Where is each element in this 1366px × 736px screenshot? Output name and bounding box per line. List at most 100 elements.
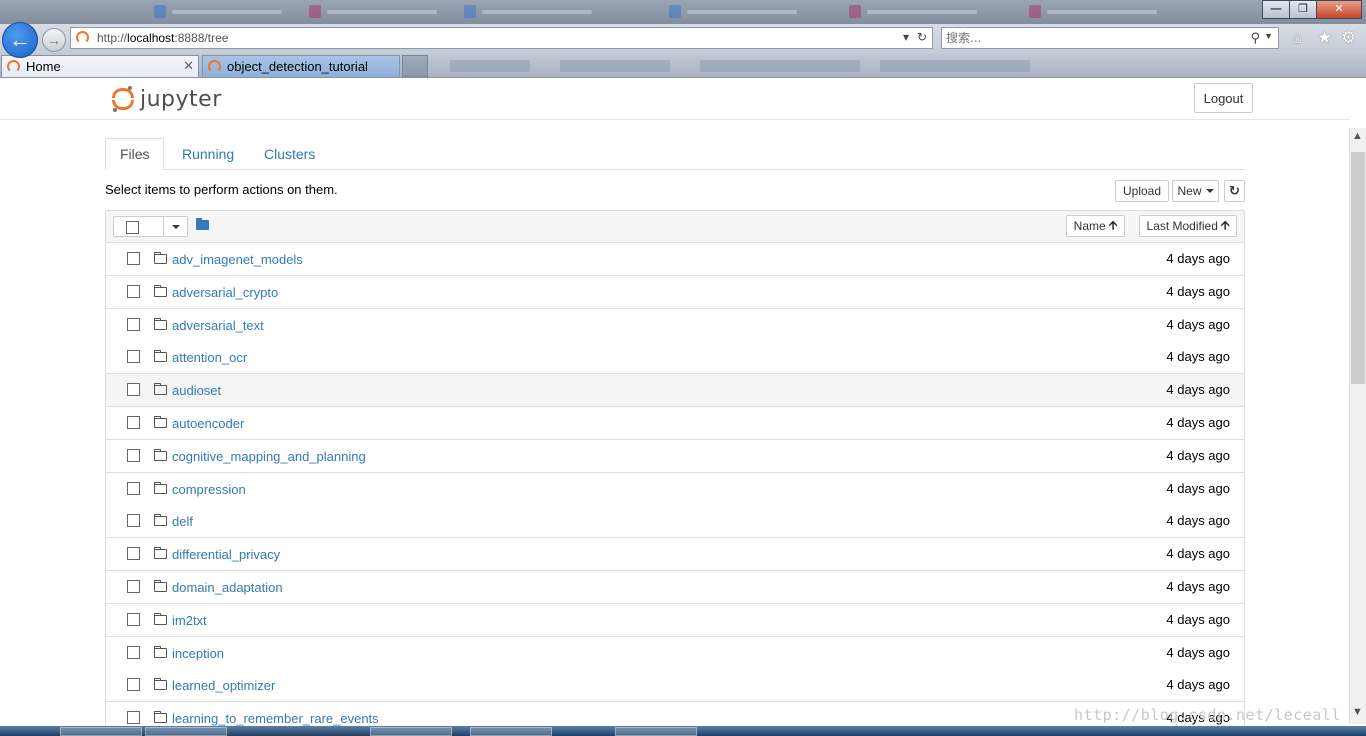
file-row[interactable]: cognitive_mapping_and_planning 4 days ago bbox=[105, 440, 1245, 473]
last-modified: 4 days ago bbox=[1166, 448, 1230, 463]
scroll-down-icon[interactable]: ▼ bbox=[1352, 706, 1363, 718]
forward-arrow-icon[interactable]: → bbox=[42, 28, 66, 52]
folder-link[interactable]: cognitive_mapping_and_planning bbox=[172, 449, 366, 464]
row-checkbox[interactable] bbox=[127, 547, 140, 560]
refresh-page-icon[interactable]: ↻ bbox=[917, 30, 927, 44]
close-tab-icon[interactable]: ✕ bbox=[183, 58, 194, 74]
folder-link[interactable]: adversarial_crypto bbox=[172, 285, 278, 300]
file-row[interactable]: autoencoder 4 days ago bbox=[105, 407, 1245, 440]
folder-link[interactable]: adv_imagenet_models bbox=[172, 252, 303, 267]
taskbar-item[interactable] bbox=[470, 727, 552, 736]
folder-link[interactable]: adversarial_text bbox=[172, 318, 264, 333]
tab-files[interactable]: Files bbox=[105, 138, 164, 170]
taskbar-item[interactable] bbox=[145, 727, 227, 736]
file-row[interactable]: compression 4 days ago bbox=[105, 473, 1245, 506]
tab-clusters[interactable]: Clusters bbox=[250, 138, 329, 170]
folder-link[interactable]: compression bbox=[172, 482, 246, 497]
restore-icon[interactable]: ❐ bbox=[1289, 0, 1317, 19]
folder-icon[interactable] bbox=[196, 218, 209, 230]
scrollbar-thumb[interactable] bbox=[1351, 152, 1365, 384]
scroll-up-icon[interactable]: ▲ bbox=[1352, 130, 1363, 142]
sort-by-name-button[interactable]: Name 🡩 bbox=[1066, 215, 1125, 237]
favorites-bar-blur bbox=[560, 60, 670, 72]
sort-by-modified-button[interactable]: Last Modified 🡩 bbox=[1139, 215, 1237, 237]
refresh-list-button[interactable]: ↻ bbox=[1224, 180, 1245, 202]
search-box[interactable]: ⚲ ▼ bbox=[941, 27, 1279, 49]
select-all-dropdown[interactable] bbox=[113, 216, 188, 237]
last-modified: 4 days ago bbox=[1166, 546, 1230, 561]
upload-button[interactable]: Upload bbox=[1115, 180, 1169, 202]
file-row[interactable]: learned_optimizer 4 days ago bbox=[105, 669, 1245, 702]
caret-down-icon bbox=[1205, 189, 1214, 193]
taskbar-item[interactable] bbox=[615, 727, 697, 736]
browser-tab-home[interactable]: Home ✕ bbox=[1, 55, 199, 77]
last-modified: 4 days ago bbox=[1166, 645, 1230, 660]
row-checkbox[interactable] bbox=[127, 383, 140, 396]
folder-link[interactable]: learned_optimizer bbox=[172, 678, 275, 693]
row-checkbox[interactable] bbox=[127, 318, 140, 331]
logout-button[interactable]: Logout bbox=[1194, 83, 1253, 113]
last-modified: 4 days ago bbox=[1166, 677, 1230, 692]
folder-link[interactable]: im2txt bbox=[172, 613, 207, 628]
folder-link[interactable]: learning_to_remember_rare_events bbox=[172, 711, 379, 726]
file-row[interactable]: adversarial_crypto 4 days ago bbox=[105, 276, 1245, 309]
watermark-text: http://blog.csdn.net/leceall bbox=[1074, 706, 1341, 724]
folder-link[interactable]: attention_ocr bbox=[172, 350, 247, 365]
last-modified: 4 days ago bbox=[1166, 481, 1230, 496]
last-modified: 4 days ago bbox=[1166, 579, 1230, 594]
select-all-checkbox[interactable] bbox=[126, 221, 139, 234]
folder-link[interactable]: delf bbox=[172, 514, 193, 529]
file-row[interactable]: domain_adaptation 4 days ago bbox=[105, 571, 1245, 604]
jupyter-favicon-icon bbox=[76, 31, 89, 44]
settings-gear-icon[interactable]: ⚙ bbox=[1341, 28, 1356, 48]
folder-link[interactable]: inception bbox=[172, 646, 224, 661]
address-dropdown-icon[interactable]: ▾ bbox=[903, 30, 909, 44]
favorites-star-icon[interactable]: ★ bbox=[1317, 28, 1332, 48]
search-dropdown-icon[interactable]: ▼ bbox=[1264, 31, 1273, 41]
background-window-tab bbox=[150, 3, 300, 21]
file-row[interactable]: adv_imagenet_models 4 days ago bbox=[105, 243, 1245, 276]
row-checkbox[interactable] bbox=[127, 252, 140, 265]
folder-link[interactable]: domain_adaptation bbox=[172, 580, 283, 595]
search-input[interactable] bbox=[946, 30, 1226, 46]
row-checkbox[interactable] bbox=[127, 646, 140, 659]
row-checkbox[interactable] bbox=[127, 580, 140, 593]
folder-icon bbox=[154, 646, 167, 658]
taskbar-item[interactable] bbox=[370, 727, 452, 736]
page-scrollbar[interactable]: ▲ ▼ bbox=[1349, 128, 1366, 724]
file-row[interactable]: delf 4 days ago bbox=[105, 505, 1245, 538]
folder-icon bbox=[154, 711, 167, 723]
row-checkbox[interactable] bbox=[127, 449, 140, 462]
jupyter-logo[interactable]: jupyter bbox=[112, 85, 222, 113]
row-checkbox[interactable] bbox=[127, 514, 140, 527]
back-arrow-icon[interactable]: ← bbox=[2, 22, 38, 58]
row-checkbox[interactable] bbox=[127, 678, 140, 691]
home-icon[interactable]: ⌂ bbox=[1292, 28, 1302, 48]
folder-link[interactable]: differential_privacy bbox=[172, 547, 280, 562]
file-row[interactable]: differential_privacy 4 days ago bbox=[105, 538, 1245, 571]
row-checkbox[interactable] bbox=[127, 285, 140, 298]
file-row[interactable]: attention_ocr 4 days ago bbox=[105, 341, 1245, 374]
new-tab-button[interactable] bbox=[402, 55, 428, 77]
address-bar[interactable]: http://localhost:8888/tree ▾ ↻ bbox=[70, 27, 933, 49]
folder-icon bbox=[154, 416, 167, 428]
row-checkbox[interactable] bbox=[127, 350, 140, 363]
file-row[interactable]: adversarial_text 4 days ago bbox=[105, 309, 1245, 342]
file-row[interactable]: inception 4 days ago bbox=[105, 637, 1245, 670]
taskbar-item[interactable] bbox=[60, 727, 142, 736]
row-checkbox[interactable] bbox=[127, 482, 140, 495]
new-dropdown-button[interactable]: New bbox=[1172, 180, 1219, 202]
search-icon[interactable]: ⚲ bbox=[1250, 30, 1260, 46]
tab-running[interactable]: Running bbox=[168, 138, 248, 170]
file-row[interactable]: im2txt 4 days ago bbox=[105, 604, 1245, 637]
browser-tab-object-detection[interactable]: object_detection_tutorial bbox=[202, 55, 400, 77]
row-checkbox[interactable] bbox=[127, 416, 140, 429]
folder-link[interactable]: autoencoder bbox=[172, 416, 244, 431]
row-checkbox[interactable] bbox=[127, 613, 140, 626]
row-checkbox[interactable] bbox=[127, 711, 140, 724]
minimize-icon[interactable]: — bbox=[1262, 0, 1290, 19]
file-row[interactable]: audioset 4 days ago bbox=[105, 374, 1245, 407]
folder-link[interactable]: audioset bbox=[172, 383, 221, 398]
close-window-icon[interactable]: ✕ bbox=[1316, 0, 1362, 19]
caret-down-icon[interactable] bbox=[172, 225, 180, 229]
